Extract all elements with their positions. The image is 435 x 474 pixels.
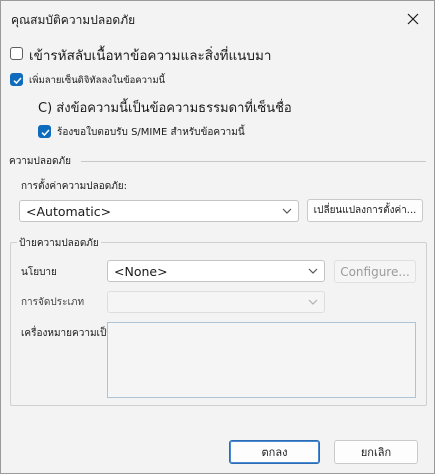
close-button[interactable] <box>398 4 428 34</box>
check-icon <box>41 129 50 137</box>
chevron-down-icon <box>308 268 318 274</box>
close-icon <box>407 13 419 25</box>
ok-button[interactable]: ตกลง <box>229 440 320 464</box>
cancel-button[interactable]: ยกเลิก <box>334 440 418 464</box>
chevron-down-icon <box>282 208 292 214</box>
security-settings-dropdown[interactable]: <Automatic> <box>19 200 299 222</box>
privacy-mark-textarea[interactable] <box>107 322 416 398</box>
encrypt-label: เข้ารหัสลับเนื้อหาข้อความและสิ่งที่แนบมา <box>29 48 272 64</box>
security-settings-value: <Automatic> <box>26 204 112 219</box>
classification-label: การจัดประเภท <box>21 297 85 308</box>
smime-receipt-checkbox[interactable] <box>38 125 51 138</box>
check-icon <box>13 77 22 85</box>
security-settings-label: การตั้งค่าความปลอดภัย: <box>21 181 128 192</box>
digital-signature-checkbox[interactable] <box>10 73 23 86</box>
policy-dropdown[interactable]: <None> <box>107 260 325 282</box>
security-properties-dialog: คุณสมบัติความปลอดภัย เข้ารหัสลับเนื้อหาข… <box>0 0 435 474</box>
digital-signature-label: เพิ่มลายเซ็นดิจิทัลลงในข้อความนี้ <box>29 75 166 86</box>
title-bar: คุณสมบัติความปลอดภัย <box>1 1 434 37</box>
chevron-down-icon <box>308 299 318 305</box>
encrypt-checkbox[interactable] <box>10 47 23 60</box>
security-labels-group-label: ป้ายความปลอดภัย <box>17 236 101 251</box>
policy-value: <None> <box>114 264 168 279</box>
security-section-separator <box>81 161 426 162</box>
smime-receipt-label: ร้องขอใบตอบรับ S/MIME สำหรับข้อความนี้ <box>57 127 245 138</box>
security-section-label: ความปลอดภัย <box>9 156 71 167</box>
change-settings-button[interactable]: เปลี่ยนแปลงการตั้งค่า... <box>307 199 423 222</box>
clear-text-signed-option[interactable]: C) ส่งข้อความนี้เป็นข้อความธรรมดาที่เซ็น… <box>38 97 292 118</box>
dialog-title: คุณสมบัติความปลอดภัย <box>11 13 136 27</box>
configure-button[interactable]: Configure... <box>334 260 416 283</box>
policy-label: นโยบาย <box>21 267 57 278</box>
classification-dropdown[interactable] <box>107 291 325 313</box>
